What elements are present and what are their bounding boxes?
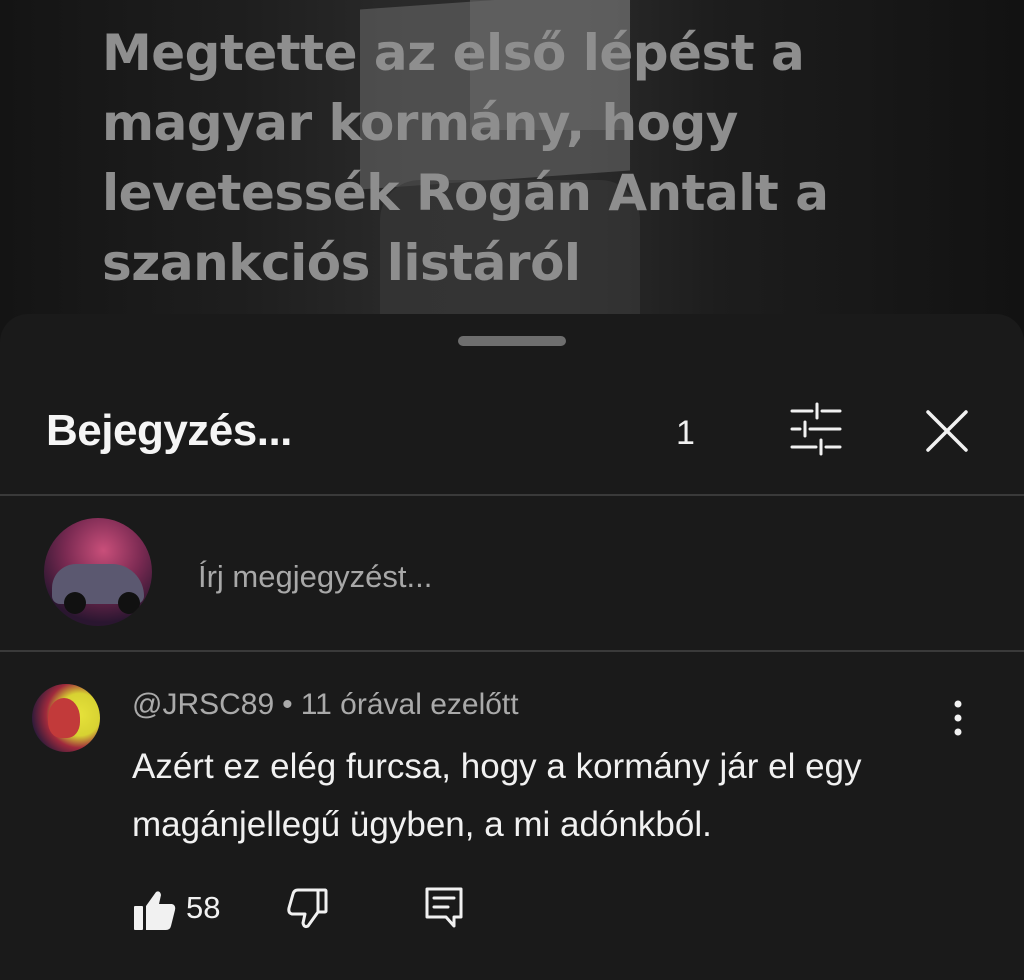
reply-button[interactable] (422, 884, 466, 930)
comment-time: 11 órával ezelőtt (300, 688, 519, 721)
thumbs-down-icon (287, 888, 328, 929)
more-vertical-icon (954, 700, 962, 736)
close-button[interactable] (920, 404, 974, 458)
meta-separator: • (282, 688, 293, 721)
like-count: 58 (186, 890, 221, 925)
comment-count: 1 (676, 414, 695, 452)
comment-input[interactable] (196, 554, 900, 600)
post-title: Megtette az első lépést a magyar kormány… (102, 24, 829, 292)
comment-meta: @JRSC89 • 11 órával ezelőtt (132, 688, 519, 722)
commenter-avatar[interactable] (32, 684, 100, 752)
reply-icon (425, 887, 463, 928)
comments-sheet: Bejegyzés... 1 @JRSC89•11 órával ezelőtt (0, 314, 1024, 980)
like-button[interactable] (132, 888, 178, 934)
dislike-button[interactable] (284, 886, 330, 932)
divider (0, 650, 1024, 652)
comment-text: Azért ez elég furcsa, hogy a kormány jár… (132, 747, 862, 844)
thumbs-up-icon (134, 891, 176, 930)
sheet-title: Bejegyzés... (46, 406, 292, 455)
comment-author[interactable]: @JRSC89 (132, 688, 274, 721)
post-image: Megtette az első lépést a magyar kormány… (0, 0, 1024, 340)
more-options-button[interactable] (940, 696, 976, 740)
drag-handle[interactable] (458, 336, 566, 346)
filter-button[interactable] (786, 402, 846, 456)
sliders-icon (790, 402, 842, 456)
divider (0, 494, 1024, 496)
close-icon (926, 410, 968, 452)
avatar (44, 518, 152, 626)
